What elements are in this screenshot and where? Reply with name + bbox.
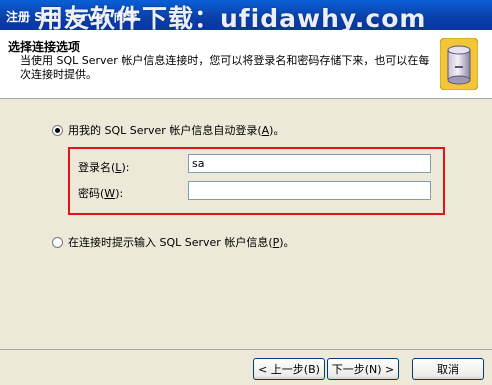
title-bar: 注册 SQL Server 向导 用友软件下载：ufidawhy.com — [0, 0, 492, 33]
auto-login-option[interactable]: 用我的 SQL Server 帐户信息自动登录(A)。 — [52, 122, 284, 138]
auto-login-label: 用我的 SQL Server 帐户信息自动登录(A)。 — [68, 124, 285, 137]
password-label: 密码(W): — [78, 187, 124, 200]
cancel-button[interactable]: 取消 — [412, 358, 484, 380]
password-input[interactable] — [188, 181, 431, 200]
wizard-header: 选择连接选项 当使用 SQL Server 帐户信息连接时，您可以将登录名和密码… — [0, 30, 492, 99]
page-title: 选择连接选项 — [8, 40, 81, 54]
login-label: 登录名(L): — [78, 161, 130, 174]
back-button[interactable]: < 上一步(B) — [253, 358, 325, 380]
login-name-input[interactable] — [188, 154, 431, 173]
prompt-login-label: 在连接时提示输入 SQL Server 帐户信息(P)。 — [68, 236, 295, 249]
page-description: 当使用 SQL Server 帐户信息连接时，您可以将登录名和密码存储下来，也可… — [20, 54, 430, 81]
credentials-highlight: 登录名(L): 密码(W): — [68, 147, 445, 215]
auto-login-radio[interactable] — [52, 124, 63, 136]
prompt-login-radio[interactable] — [52, 236, 63, 248]
next-button[interactable]: 下一步(N) > — [327, 358, 399, 380]
sql-server-icon — [440, 38, 478, 90]
register-sql-server-wizard: 注册 SQL Server 向导 用友软件下载：ufidawhy.com 选择连… — [0, 0, 492, 385]
wizard-body: 用我的 SQL Server 帐户信息自动登录(A)。 登录名(L): 密码(W… — [0, 99, 492, 349]
wizard-footer: < 上一步(B) 下一步(N) > 取消 — [0, 349, 492, 385]
prompt-login-option[interactable]: 在连接时提示输入 SQL Server 帐户信息(P)。 — [52, 234, 295, 250]
